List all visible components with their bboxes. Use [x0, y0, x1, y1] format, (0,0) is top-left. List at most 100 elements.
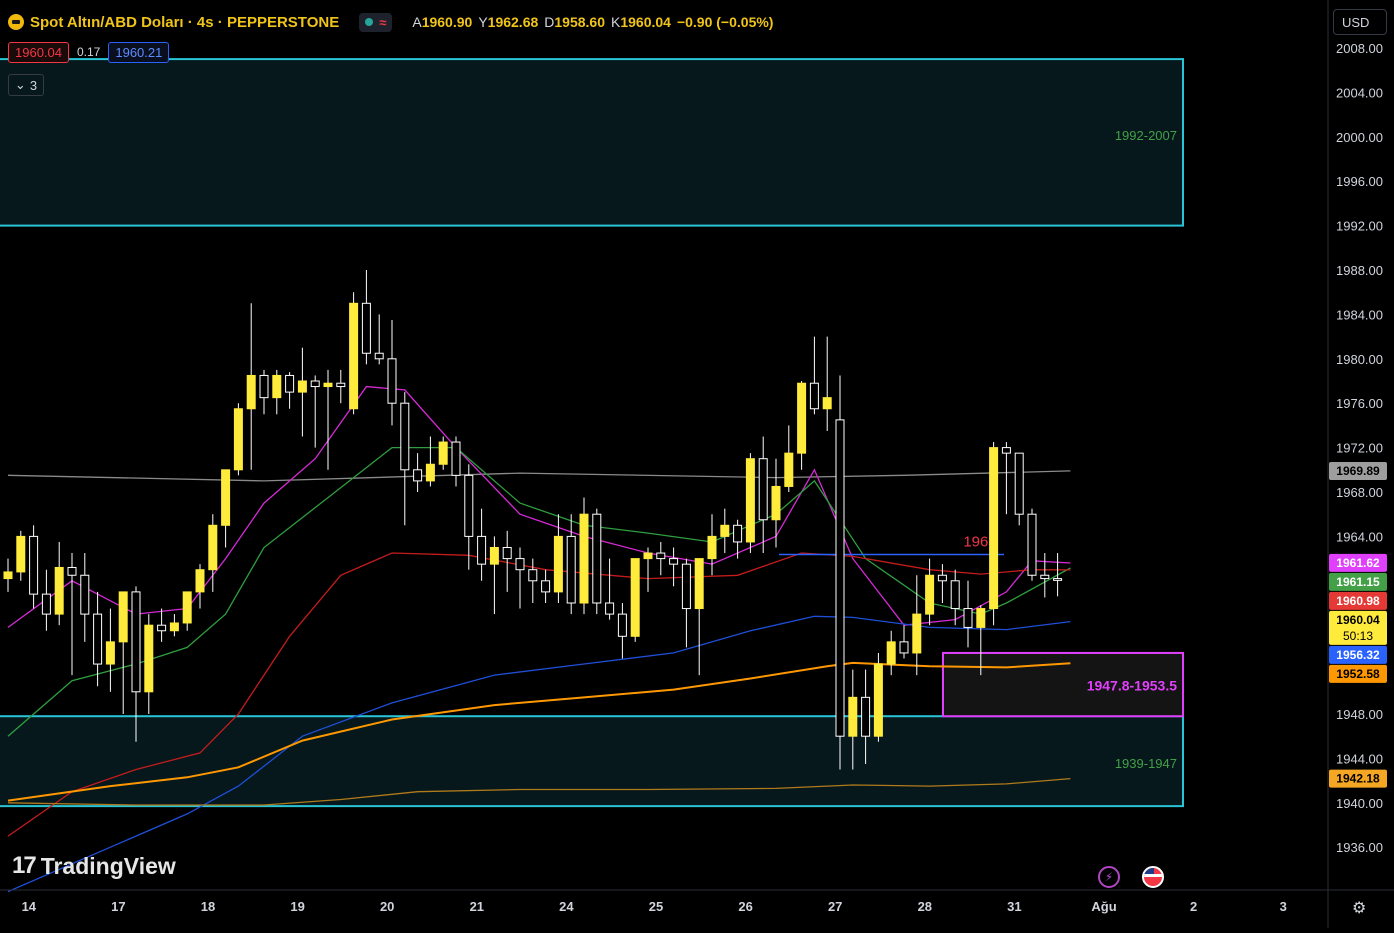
candle-body	[809, 382, 819, 410]
candle-body	[656, 552, 666, 560]
candle-body	[144, 624, 154, 693]
candle-body	[1027, 513, 1037, 576]
axis-price-text: 1961.15	[1336, 575, 1380, 589]
y-tick-label: 1944.00	[1336, 751, 1383, 766]
y-tick-label: 2000.00	[1336, 130, 1383, 145]
chevron-down-icon: ⌄	[14, 77, 26, 92]
candle-body	[822, 397, 832, 410]
candle-body	[758, 458, 768, 521]
candle-body	[848, 696, 858, 737]
candle-body	[950, 580, 960, 610]
candle-body	[694, 558, 704, 610]
candle-body	[489, 547, 499, 565]
candle-body	[157, 624, 167, 632]
ohlc-change: −0.90 (−0.05%)	[676, 14, 774, 30]
candle-body	[323, 382, 333, 388]
x-tick-label: 24	[559, 899, 574, 914]
x-tick-label: 31	[1007, 899, 1021, 914]
candle-body	[1053, 578, 1063, 581]
zone-rect	[0, 715, 1184, 808]
zone-label: 1947.8-1953.5	[1087, 678, 1178, 694]
y-tick-label: 1984.00	[1336, 307, 1383, 322]
indicators-toggle[interactable]: ⌄ 3	[8, 74, 44, 96]
candle-body	[41, 593, 51, 615]
candle-body	[937, 574, 947, 582]
ohlc-close: K1960.04	[611, 14, 671, 30]
x-tick-label: 21	[470, 899, 484, 914]
gear-icon[interactable]: ⚙	[1352, 898, 1366, 918]
candle-body	[630, 558, 640, 637]
candle-body	[29, 535, 39, 595]
y-tick-label: 1964.00	[1336, 529, 1383, 544]
x-tick-label: 19	[290, 899, 304, 914]
candle-body	[387, 358, 397, 404]
candle-body	[835, 419, 845, 737]
y-tick-label: 1988.00	[1336, 263, 1383, 278]
y-tick-label: 1936.00	[1336, 840, 1383, 855]
currency-select[interactable]: USD	[1333, 9, 1387, 35]
x-tick-label: 3	[1280, 899, 1287, 914]
market-status[interactable]: ≈	[359, 12, 393, 32]
candle-body	[464, 474, 474, 537]
axis-price-text: 1961.62	[1336, 556, 1380, 570]
sell-price-button[interactable]: 1960.04	[8, 41, 69, 63]
candle-body	[374, 352, 384, 360]
ohlc-open: A1960.90	[412, 14, 473, 30]
candle-body	[515, 558, 525, 571]
candle-body	[976, 608, 986, 628]
candle-body	[592, 513, 602, 604]
candle-body	[259, 374, 269, 399]
ohlc-values: A1960.90 Y1962.68 D1958.60 K1960.04 −0.9…	[412, 14, 773, 30]
candle-body	[438, 441, 448, 465]
x-tick-label: 26	[738, 899, 752, 914]
x-tick-label: 14	[22, 899, 37, 914]
candle-body	[413, 469, 423, 482]
y-tick-label: 1948.00	[1336, 707, 1383, 722]
bolt-icon[interactable]: ⚡	[1098, 866, 1120, 888]
candle-body	[67, 566, 77, 576]
candle-body	[169, 622, 179, 632]
axis-price-text: 1956.32	[1336, 648, 1380, 662]
buy-price-button[interactable]: 1960.21	[108, 41, 170, 63]
candle-body	[797, 382, 807, 454]
candle-body	[566, 535, 576, 604]
y-tick-label: 1940.00	[1336, 796, 1383, 811]
candle-body	[605, 602, 615, 615]
x-tick-label: 28	[918, 899, 932, 914]
zone-label: 1992-2007	[1115, 128, 1177, 143]
us-flag-icon[interactable]	[1142, 866, 1164, 888]
candle-body	[3, 571, 13, 580]
price-chart[interactable]: 1963 1992-20071939-19471947.8-1953.5 200…	[0, 0, 1394, 928]
candle-body	[195, 569, 205, 593]
candle-body	[233, 408, 243, 471]
wave-icon: ≈	[379, 14, 387, 30]
x-axis[interactable]: 14 17 18 19 20 21 24 25 26 27 28 31 Ağu 2 3	[22, 899, 1287, 914]
ohlc-low: D1958.60	[544, 14, 605, 30]
x-tick-label: 20	[380, 899, 394, 914]
symbol-header[interactable]: Spot Altın/ABD Doları · 4s · PEPPERSTONE…	[8, 10, 773, 34]
candle-body	[1040, 574, 1050, 580]
candle-body	[553, 535, 563, 593]
candle-body	[963, 608, 973, 628]
trade-price-box: 1960.04 0.17 1960.21	[8, 41, 170, 63]
tradingview-mark-icon: 17	[12, 852, 37, 879]
zone-label: 1939-1947	[1115, 756, 1177, 771]
zone-rect	[0, 58, 1184, 227]
axis-price-text: 1960.98	[1336, 594, 1380, 608]
axis-price-text: 1952.58	[1336, 667, 1380, 681]
countdown-text: 50:13	[1343, 629, 1373, 643]
candle-body	[310, 380, 320, 388]
candle-body	[528, 569, 538, 582]
axis-price-text: 1942.18	[1336, 772, 1380, 786]
candle-body	[285, 374, 295, 393]
symbol-title[interactable]: Spot Altın/ABD Doları · 4s · PEPPERSTONE	[30, 14, 339, 31]
candle-body	[54, 566, 64, 615]
y-tick-label: 2004.00	[1336, 85, 1383, 100]
x-tick-label: 18	[201, 899, 215, 914]
chart-stage[interactable]: 1963 1992-2007 1939-1947 1947.8-1953.5 200…	[0, 0, 1394, 928]
x-tick-label: 2	[1190, 899, 1197, 914]
y-tick-label: 1968.00	[1336, 485, 1383, 500]
x-tick-label: 25	[649, 899, 663, 914]
candle-body	[272, 374, 282, 399]
candle-body	[400, 402, 410, 471]
